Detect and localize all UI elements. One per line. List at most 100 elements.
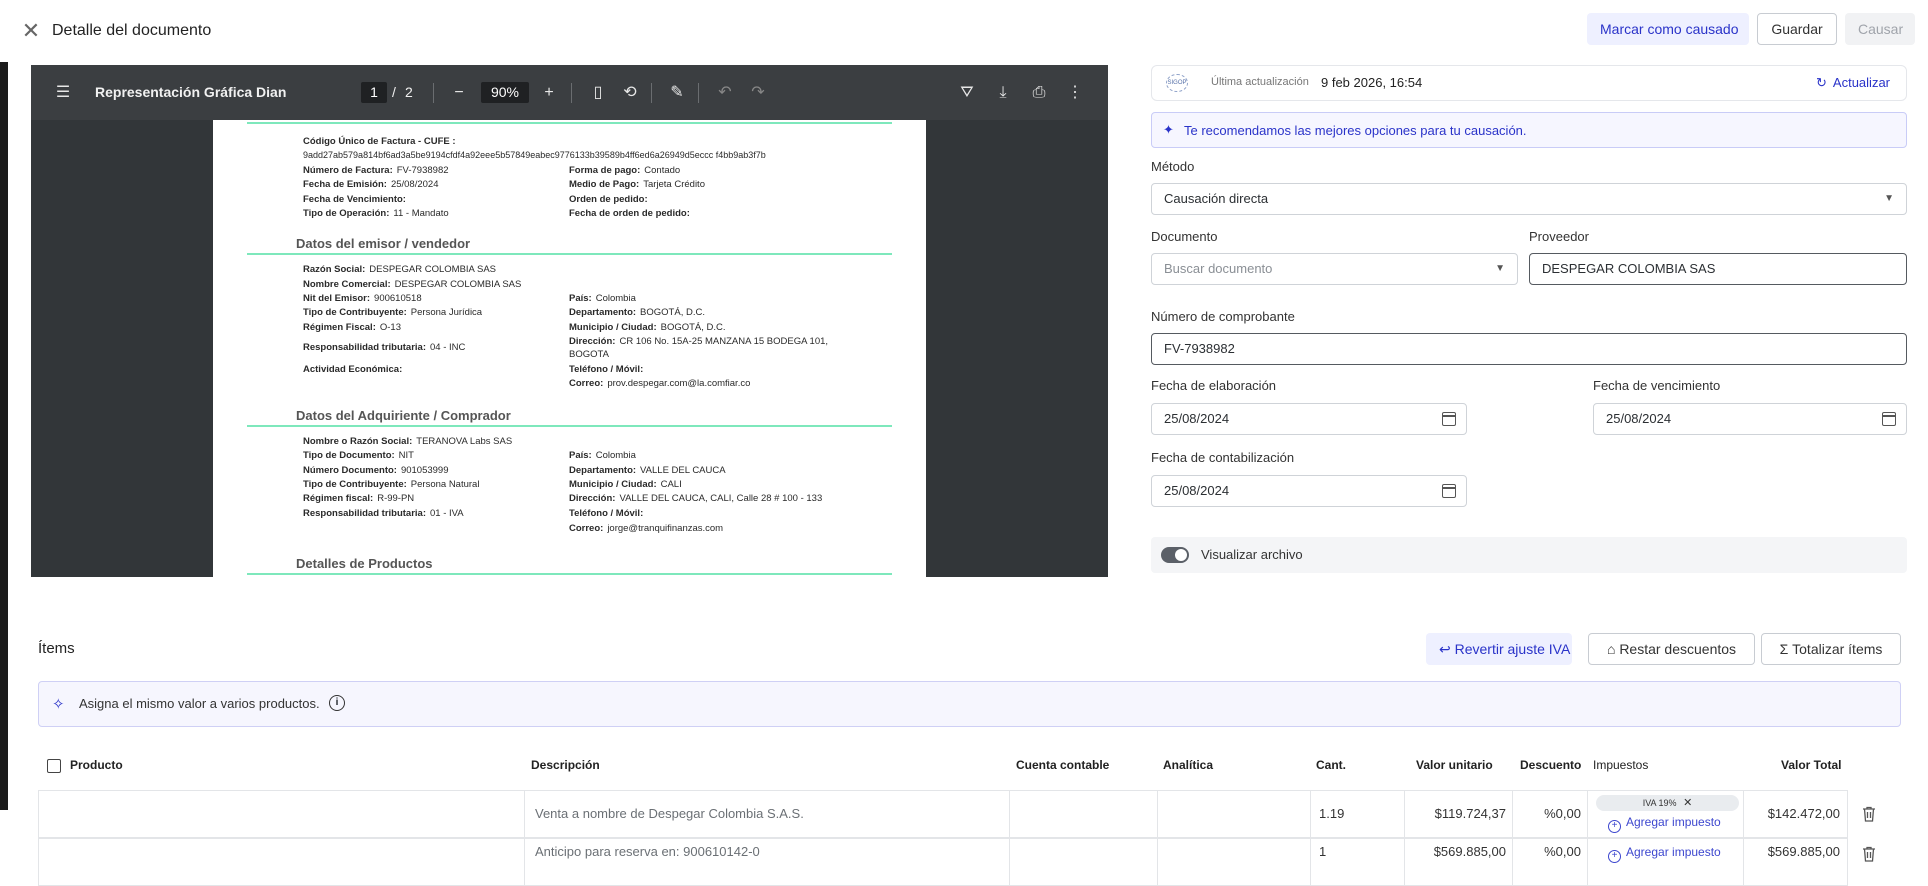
more-options-icon[interactable]: ⋮ bbox=[1065, 83, 1085, 103]
totalize-items-button[interactable]: Σ Totalizar ítems bbox=[1761, 633, 1901, 665]
document-label: Documento bbox=[1151, 229, 1218, 244]
revert-iva-button[interactable]: ↩ Revertir ajuste IVA bbox=[1426, 633, 1572, 665]
col-impuestos: Impuestos bbox=[1593, 758, 1649, 772]
undo-icon[interactable]: ↶ bbox=[715, 83, 735, 103]
window-edge bbox=[0, 0, 8, 810]
fit-page-icon[interactable]: ▯ bbox=[588, 83, 608, 103]
show-file-label: Visualizar archivo bbox=[1201, 547, 1303, 562]
plus-circle-icon: + bbox=[1608, 850, 1621, 863]
cell-descripcion[interactable]: Venta a nombre de Despegar Colombia S.A.… bbox=[525, 791, 1010, 837]
tax-chip[interactable]: IVA 19% ✕ bbox=[1596, 795, 1739, 811]
page-number-input[interactable]: 1 bbox=[361, 82, 387, 103]
page-separator: / bbox=[392, 84, 396, 100]
download-icon[interactable]: ⤓ bbox=[993, 83, 1013, 103]
print-icon[interactable]: ⎙ bbox=[1029, 83, 1049, 103]
cell-cuenta-contable[interactable] bbox=[1010, 839, 1158, 885]
section-emisor: Datos del emisor / vendedor bbox=[296, 236, 471, 251]
info-icon[interactable]: i bbox=[329, 695, 345, 711]
cell-analitica[interactable] bbox=[1158, 839, 1311, 885]
col-descuento: Descuento bbox=[1520, 758, 1582, 772]
col-producto: Producto bbox=[70, 758, 123, 772]
pdf-page: Código Único de Factura - CUFE : 9add27a… bbox=[213, 120, 926, 577]
add-drive-icon[interactable]: ⛛ bbox=[957, 83, 977, 103]
zoom-level[interactable]: 90% bbox=[481, 82, 529, 103]
col-descripcion: Descripción bbox=[531, 758, 600, 772]
last-update-card: SIGOP Última actualización 9 feb 2026, 1… bbox=[1151, 65, 1907, 101]
close-icon[interactable]: ✕ bbox=[20, 20, 42, 42]
table-row[interactable]: Anticipo para reserva en: 900610142-0 1 … bbox=[38, 838, 1848, 886]
menu-icon[interactable]: ☰ bbox=[53, 83, 73, 103]
show-file-toggle[interactable] bbox=[1161, 547, 1189, 563]
items-title: Ítems bbox=[38, 640, 75, 657]
table-row[interactable]: Venta a nombre de Despegar Colombia S.A.… bbox=[38, 790, 1848, 838]
provider-label: Proveedor bbox=[1529, 229, 1589, 244]
chevron-down-icon: ▼ bbox=[1495, 263, 1505, 274]
cell-descuento[interactable]: %0,00 bbox=[1513, 839, 1588, 885]
accounting-date-label: Fecha de contabilización bbox=[1151, 450, 1295, 465]
col-cuenta-contable: Cuenta contable bbox=[1016, 758, 1110, 772]
undo-arrow-icon: ↩ bbox=[1439, 641, 1455, 657]
subtract-discounts-button[interactable]: ⌂ Restar descuentos bbox=[1588, 633, 1755, 665]
col-analitica: Analítica bbox=[1163, 758, 1214, 772]
last-update-value: 9 feb 2026, 16:54 bbox=[1321, 75, 1423, 90]
cufe-label: Código Único de Factura - CUFE : bbox=[303, 136, 456, 147]
accounting-date-field[interactable]: 25/08/2024 bbox=[1151, 475, 1467, 507]
cell-valor-unitario[interactable]: $569.885,00 bbox=[1405, 839, 1513, 885]
method-label: Método bbox=[1151, 159, 1195, 174]
trash-icon[interactable] bbox=[1862, 846, 1876, 862]
page-title: Detalle del documento bbox=[52, 22, 212, 39]
magic-wand-icon: ✧ bbox=[52, 696, 65, 713]
bulk-assign-text: Asigna el mismo valor a varios productos… bbox=[79, 696, 320, 711]
calendar-icon[interactable] bbox=[1441, 412, 1456, 426]
close-icon[interactable]: ✕ bbox=[1683, 797, 1692, 809]
top-bar: ✕ Detalle del documento Marcar como caus… bbox=[0, 0, 1928, 62]
bulk-assign-bar[interactable]: ✧ Asigna el mismo valor a varios product… bbox=[38, 681, 1901, 727]
mark-as-caused-button[interactable]: Marcar como causado bbox=[1587, 13, 1749, 45]
elab-date-label: Fecha de elaboración bbox=[1151, 378, 1277, 393]
provider-field[interactable]: DESPEGAR COLOMBIA SAS bbox=[1529, 253, 1907, 285]
cell-valor-unitario[interactable]: $119.724,37 bbox=[1405, 791, 1513, 837]
zoom-in-icon[interactable]: + bbox=[539, 83, 559, 103]
voucher-number-field[interactable]: FV-7938982 bbox=[1151, 333, 1907, 365]
section-adquiriente: Datos del Adquiriente / Comprador bbox=[296, 408, 511, 423]
add-tax-button[interactable]: + Agregar impuesto bbox=[1608, 815, 1721, 833]
rotate-icon[interactable]: ⟲ bbox=[620, 83, 640, 103]
due-date-field[interactable]: 25/08/2024 bbox=[1593, 403, 1907, 435]
section-productos: Detalles de Productos bbox=[296, 556, 433, 571]
cell-cantidad[interactable]: 1.19 bbox=[1311, 791, 1405, 837]
pdf-viewer[interactable]: ☰ Representación Gráfica Dian 1 / 2 − 90… bbox=[31, 65, 1108, 577]
recommendation-text: Te recomendamos las mejores opciones par… bbox=[1184, 123, 1527, 138]
cell-impuestos[interactable]: + Agregar impuesto bbox=[1588, 839, 1744, 885]
voucher-label: Número de comprobante bbox=[1151, 309, 1295, 324]
cell-cuenta-contable[interactable] bbox=[1010, 791, 1158, 837]
page-total: 2 bbox=[405, 84, 413, 100]
redo-icon[interactable]: ↷ bbox=[748, 83, 768, 103]
cell-analitica[interactable] bbox=[1158, 791, 1311, 837]
save-button[interactable]: Guardar bbox=[1757, 13, 1837, 45]
causar-button[interactable]: Causar bbox=[1845, 13, 1915, 45]
cell-impuestos[interactable]: IVA 19% ✕ + Agregar impuesto bbox=[1588, 791, 1744, 837]
calendar-icon[interactable] bbox=[1441, 484, 1456, 498]
cell-valor-total: $142.472,00 bbox=[1767, 806, 1840, 821]
add-tax-button[interactable]: + Agregar impuesto bbox=[1608, 845, 1721, 863]
trash-icon[interactable] bbox=[1862, 806, 1876, 822]
chevron-down-icon: ▼ bbox=[1884, 193, 1894, 204]
cell-descuento[interactable]: %0,00 bbox=[1513, 791, 1588, 837]
calendar-icon[interactable] bbox=[1881, 412, 1896, 426]
col-cantidad: Cant. bbox=[1316, 758, 1346, 772]
show-file-toggle-row: Visualizar archivo bbox=[1151, 537, 1907, 573]
cell-cantidad[interactable]: 1 bbox=[1311, 839, 1405, 885]
cell-producto[interactable] bbox=[39, 839, 525, 885]
document-search-select[interactable]: Buscar documento ▼ bbox=[1151, 253, 1518, 285]
method-select[interactable]: Causación directa ▼ bbox=[1151, 183, 1907, 215]
pdf-title: Representación Gráfica Dian bbox=[95, 84, 287, 100]
recommendation-banner: ✦ Te recomendamos las mejores opciones p… bbox=[1151, 112, 1907, 148]
refresh-icon: ↻ bbox=[1816, 75, 1827, 90]
cell-producto[interactable] bbox=[39, 791, 525, 837]
refresh-button[interactable]: ↻ Actualizar bbox=[1816, 75, 1890, 91]
annotate-icon[interactable]: ✎ bbox=[667, 83, 687, 103]
zoom-out-icon[interactable]: − bbox=[449, 83, 469, 103]
cell-descripcion[interactable]: Anticipo para reserva en: 900610142-0 bbox=[525, 839, 1010, 885]
elab-date-field[interactable]: 25/08/2024 bbox=[1151, 403, 1467, 435]
select-all-checkbox[interactable] bbox=[47, 759, 61, 773]
